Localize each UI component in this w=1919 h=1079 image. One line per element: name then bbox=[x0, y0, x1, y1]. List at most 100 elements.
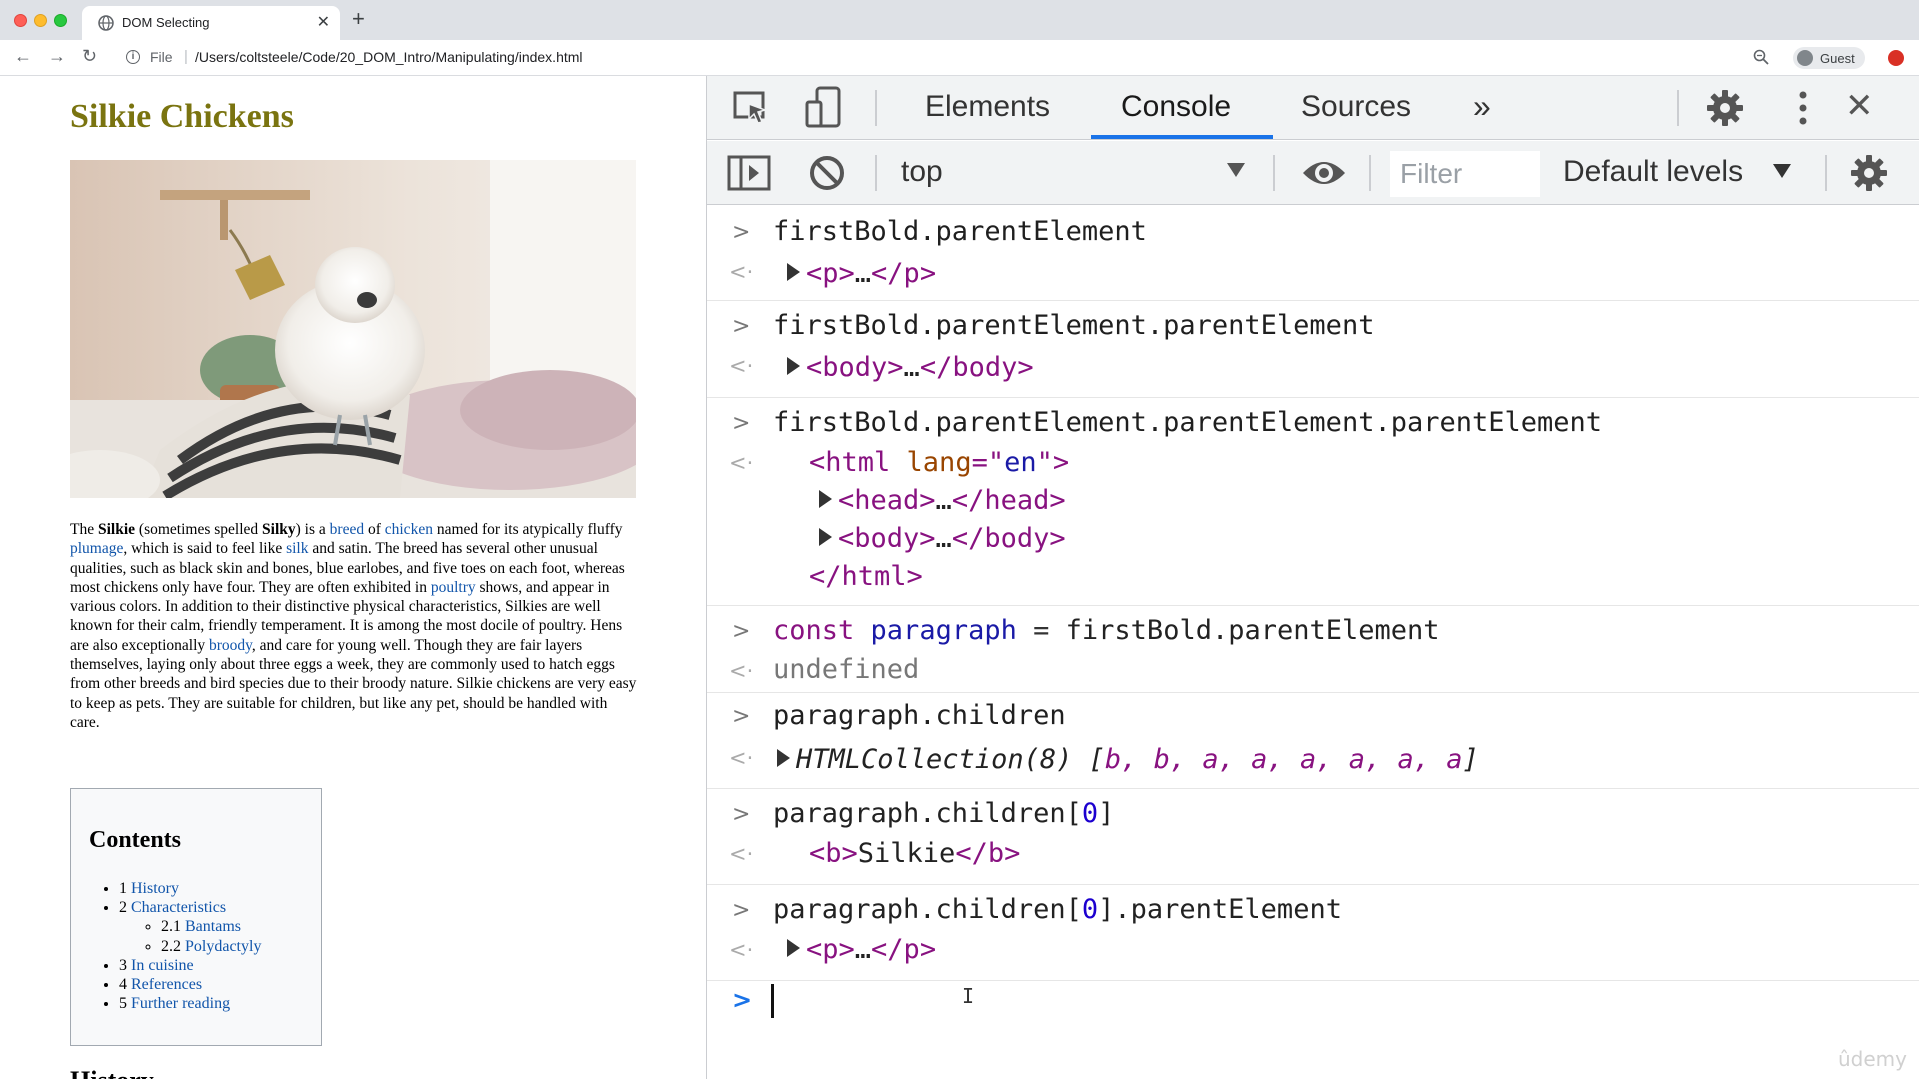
text-run: of bbox=[364, 521, 385, 538]
toc-link[interactable]: Polydactyly bbox=[185, 938, 261, 955]
expression: ] bbox=[1098, 798, 1115, 829]
link-silk[interactable]: silk bbox=[286, 540, 308, 557]
toc-item-bantams[interactable]: 2.1Bantams bbox=[161, 917, 261, 936]
toc-link[interactable]: References bbox=[131, 976, 202, 993]
expand-triangle-icon[interactable] bbox=[819, 490, 832, 508]
reload-icon[interactable]: ↻ bbox=[82, 46, 97, 67]
settings-gear-icon[interactable] bbox=[1705, 88, 1745, 128]
window-close-button[interactable] bbox=[14, 14, 27, 27]
console-output[interactable]: > firstBold.parentElement <· <p>…</p> > … bbox=[707, 206, 1919, 1079]
toc-item-in-cuisine[interactable]: 3In cuisine bbox=[119, 956, 261, 975]
log-levels-dropdown[interactable]: Default levels bbox=[1563, 155, 1743, 189]
console-result[interactable]: <body>…</body> bbox=[787, 352, 1034, 383]
html-element-result[interactable]: <html lang="en"> bbox=[809, 447, 1069, 478]
attribute-name: lang bbox=[906, 447, 972, 478]
profile-button[interactable]: Guest bbox=[1793, 47, 1865, 69]
html-child-head[interactable]: <head>…</head> bbox=[819, 485, 1066, 516]
link-breed[interactable]: breed bbox=[330, 521, 364, 538]
toc-link[interactable]: Further reading bbox=[131, 995, 230, 1012]
link-chicken[interactable]: chicken bbox=[385, 521, 433, 538]
variable: paragraph bbox=[870, 615, 1017, 646]
ellipsis: … bbox=[935, 485, 952, 516]
toc-item-history[interactable]: 1History bbox=[119, 879, 261, 898]
toc-link[interactable]: Bantams bbox=[185, 918, 241, 935]
chevron-down-icon[interactable] bbox=[1773, 164, 1791, 178]
extension-icon[interactable] bbox=[1888, 50, 1904, 66]
expand-triangle-icon[interactable] bbox=[787, 939, 800, 957]
console-result[interactable]: <p>…</p> bbox=[787, 258, 936, 289]
sidebar-toggle-icon[interactable] bbox=[727, 153, 771, 193]
devtools-panel: Elements Console Sources » ✕ top Filter … bbox=[706, 76, 1919, 1079]
tag-close: </head> bbox=[951, 485, 1066, 516]
devtools-tabbar: Elements Console Sources » ✕ bbox=[707, 76, 1919, 140]
mouse-ibeam-icon: I bbox=[962, 984, 975, 1008]
back-icon[interactable]: ← bbox=[14, 46, 32, 67]
collection-result[interactable]: HTMLCollection(8) [b, b, a, a, a, a, a, … bbox=[777, 744, 1479, 775]
tag-open: <body> bbox=[806, 352, 904, 383]
input-chevron-icon: > bbox=[732, 314, 751, 339]
info-icon[interactable]: i bbox=[126, 50, 140, 64]
console-settings-icon[interactable] bbox=[1849, 153, 1889, 193]
inspect-element-icon[interactable] bbox=[733, 90, 771, 126]
text-run: (sometimes spelled bbox=[135, 521, 263, 538]
filter-input[interactable] bbox=[1390, 151, 1540, 197]
attribute-value: en bbox=[1004, 447, 1037, 478]
expand-triangle-icon[interactable] bbox=[777, 749, 790, 767]
toolbar-divider bbox=[1677, 90, 1679, 126]
console-result[interactable]: <p>…</p> bbox=[787, 934, 936, 965]
toc-link[interactable]: In cuisine bbox=[131, 957, 194, 974]
tag-open: <p> bbox=[806, 258, 855, 289]
tab-title: DOM Selecting bbox=[122, 15, 210, 30]
zoom-icon[interactable] bbox=[1753, 49, 1769, 65]
operator: = bbox=[1033, 615, 1050, 646]
link-broody[interactable]: broody bbox=[209, 637, 252, 654]
toc-item-references[interactable]: 4References bbox=[119, 975, 261, 994]
toolbar-divider bbox=[1369, 155, 1371, 191]
toc-item-further-reading[interactable]: 5Further reading bbox=[119, 994, 261, 1013]
console-input: firstBold.parentElement.parentElement bbox=[773, 310, 1375, 341]
toc-item-characteristics[interactable]: 2Characteristics 2.1Bantams 2.2Polydacty… bbox=[119, 898, 261, 956]
console-result[interactable]: <b>Silkie</b> bbox=[809, 838, 1020, 869]
html-child-body[interactable]: <body>…</body> bbox=[819, 523, 1066, 554]
toolbar-divider bbox=[1273, 155, 1275, 191]
toc-link[interactable]: History bbox=[131, 880, 179, 897]
console-entry: > firstBold.parentElement.parentElement.… bbox=[707, 399, 1919, 606]
console-entry: > const paragraph = firstBold.parentElem… bbox=[707, 607, 1919, 693]
window-maximize-button[interactable] bbox=[54, 14, 67, 27]
link-plumage[interactable]: plumage bbox=[70, 540, 123, 557]
expand-triangle-icon[interactable] bbox=[787, 357, 800, 375]
clear-console-icon[interactable] bbox=[807, 153, 847, 193]
ellipsis: … bbox=[935, 523, 952, 554]
index-number: 0 bbox=[1081, 894, 1099, 925]
console-input: firstBold.parentElement.parentElement.pa… bbox=[773, 407, 1603, 438]
tab-sources[interactable]: Sources bbox=[1301, 90, 1411, 124]
expand-triangle-icon[interactable] bbox=[819, 528, 832, 546]
window-minimize-button[interactable] bbox=[34, 14, 47, 27]
toc-link[interactable]: Characteristics bbox=[131, 899, 226, 916]
more-tabs-icon[interactable]: » bbox=[1473, 88, 1491, 125]
expand-triangle-icon[interactable] bbox=[787, 263, 800, 281]
toc-item-polydactyly[interactable]: 2.2Polydactyly bbox=[161, 937, 261, 956]
toolbar-divider bbox=[875, 90, 877, 126]
tab-close-icon[interactable]: ✕ bbox=[317, 12, 330, 32]
browser-tab[interactable]: DOM Selecting ✕ bbox=[82, 6, 340, 40]
close-devtools-icon[interactable]: ✕ bbox=[1845, 86, 1874, 126]
toc-number: 2 bbox=[119, 899, 127, 917]
tab-console[interactable]: Console bbox=[1121, 90, 1231, 124]
tag-open: <head> bbox=[838, 485, 936, 516]
tag-end: "> bbox=[1036, 447, 1070, 478]
console-input-caret[interactable] bbox=[771, 984, 774, 1018]
forward-icon[interactable]: → bbox=[48, 46, 66, 67]
kebab-menu-icon[interactable] bbox=[1797, 90, 1809, 126]
tag-open: <b> bbox=[809, 838, 858, 869]
expression: ].parentElement bbox=[1098, 894, 1342, 925]
link-poultry[interactable]: poultry bbox=[431, 579, 476, 596]
result-chevron-icon: <· bbox=[729, 746, 754, 770]
address-bar[interactable]: /Users/coltsteele/Code/20_DOM_Intro/Mani… bbox=[195, 49, 583, 65]
eye-icon[interactable] bbox=[1301, 155, 1347, 191]
context-selector[interactable]: top bbox=[901, 155, 943, 189]
new-tab-button[interactable]: + bbox=[352, 6, 365, 32]
tab-elements[interactable]: Elements bbox=[925, 90, 1050, 124]
device-toolbar-icon[interactable] bbox=[803, 86, 843, 128]
chevron-down-icon[interactable] bbox=[1227, 163, 1245, 177]
